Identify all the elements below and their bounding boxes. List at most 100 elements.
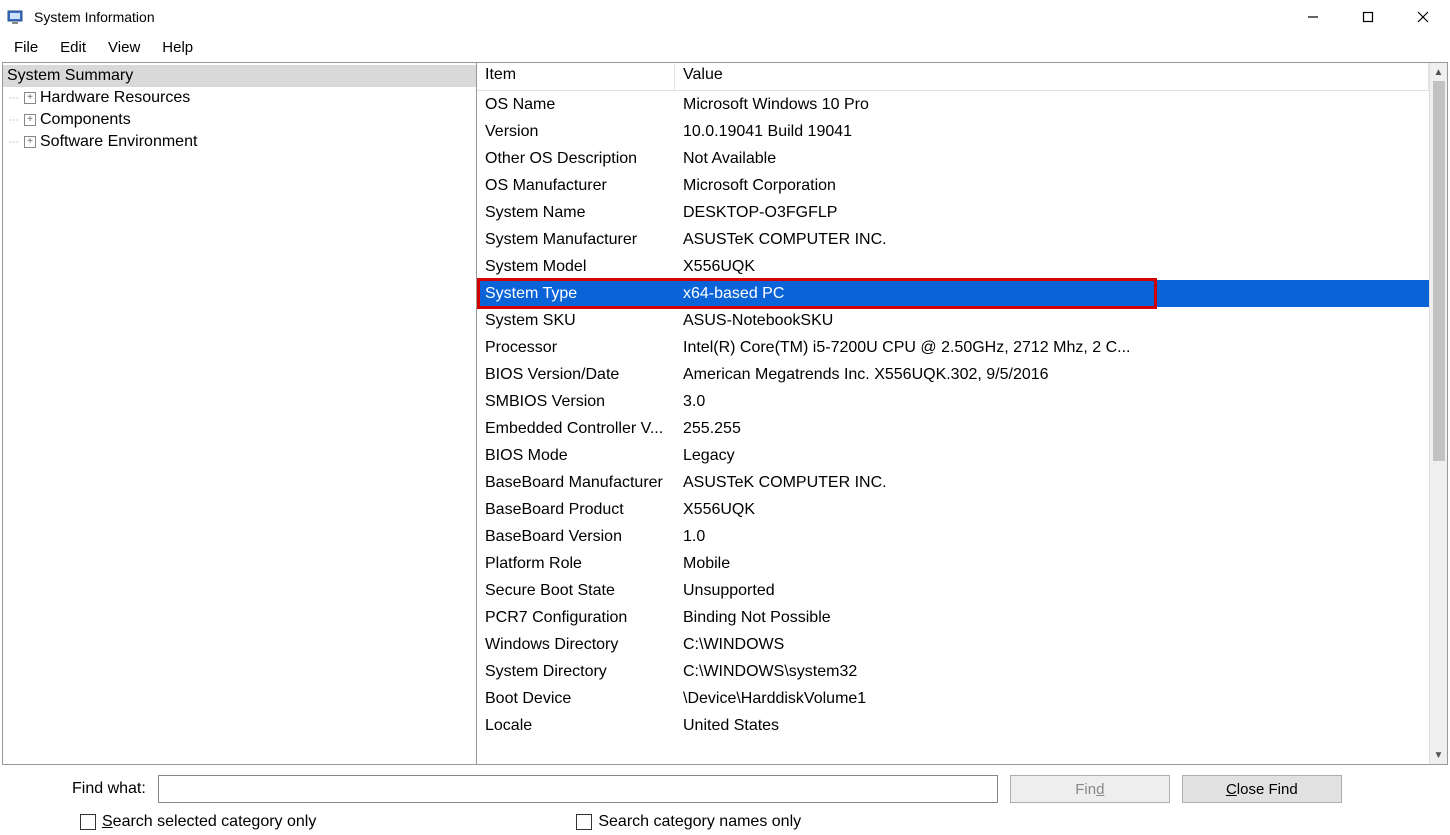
cell-item: OS Name xyxy=(477,96,675,114)
cell-item: Platform Role xyxy=(477,555,675,573)
find-options: Search selected category only Search cat… xyxy=(12,813,1438,831)
cell-item: System Model xyxy=(477,258,675,276)
table-row[interactable]: Secure Boot StateUnsupported xyxy=(477,577,1429,604)
cell-value: Microsoft Corporation xyxy=(675,177,1429,195)
find-input[interactable] xyxy=(158,775,998,803)
window-controls xyxy=(1285,0,1450,34)
table-row[interactable]: Other OS DescriptionNot Available xyxy=(477,145,1429,172)
cell-value: X556UQK xyxy=(675,258,1429,276)
menu-help[interactable]: Help xyxy=(152,37,203,58)
tree-item-label: Software Environment xyxy=(40,133,197,151)
cell-item: SMBIOS Version xyxy=(477,393,675,411)
expand-icon[interactable]: + xyxy=(24,92,36,104)
cell-value: x64-based PC xyxy=(675,285,1429,303)
cell-item: System Manufacturer xyxy=(477,231,675,249)
search-category-names-checkbox[interactable]: Search category names only xyxy=(576,813,801,831)
cell-value: Intel(R) Core(TM) i5-7200U CPU @ 2.50GHz… xyxy=(675,339,1429,357)
tree-item-hardware-resources[interactable]: ⋯ + Hardware Resources xyxy=(3,87,476,109)
table-row[interactable]: Boot Device\Device\HarddiskVolume1 xyxy=(477,685,1429,712)
cell-item: BIOS Mode xyxy=(477,447,675,465)
table-row[interactable]: Windows DirectoryC:\WINDOWS xyxy=(477,631,1429,658)
table-row[interactable]: BIOS Version/DateAmerican Megatrends Inc… xyxy=(477,361,1429,388)
tree-item-components[interactable]: ⋯ + Components xyxy=(3,109,476,131)
tree-item-label: Hardware Resources xyxy=(40,89,190,107)
table-row[interactable]: BaseBoard ManufacturerASUSTeK COMPUTER I… xyxy=(477,469,1429,496)
table-row[interactable]: System Typex64-based PC xyxy=(477,280,1429,307)
tree-root-system-summary[interactable]: System Summary xyxy=(3,65,476,87)
tree-pane[interactable]: System Summary ⋯ + Hardware Resources ⋯ … xyxy=(3,63,477,764)
cell-value: Legacy xyxy=(675,447,1429,465)
close-button[interactable] xyxy=(1395,0,1450,34)
cell-value: American Megatrends Inc. X556UQK.302, 9/… xyxy=(675,366,1429,384)
cell-value: 3.0 xyxy=(675,393,1429,411)
menu-edit[interactable]: Edit xyxy=(50,37,96,58)
table-row[interactable]: LocaleUnited States xyxy=(477,712,1429,739)
table-row[interactable]: OS NameMicrosoft Windows 10 Pro xyxy=(477,91,1429,118)
window-title: System Information xyxy=(34,9,1285,25)
cell-value: 10.0.19041 Build 19041 xyxy=(675,123,1429,141)
table-row[interactable]: System SKUASUS-NotebookSKU xyxy=(477,307,1429,334)
menu-view[interactable]: View xyxy=(98,37,150,58)
maximize-button[interactable] xyxy=(1340,0,1395,34)
cell-item: PCR7 Configuration xyxy=(477,609,675,627)
cell-value: Microsoft Windows 10 Pro xyxy=(675,96,1429,114)
find-panel: Find what: Find Close Find Search select… xyxy=(0,767,1450,835)
checkbox-label: Search category names only xyxy=(598,813,801,831)
table-row[interactable]: Platform RoleMobile xyxy=(477,550,1429,577)
cell-value: ASUSTeK COMPUTER INC. xyxy=(675,231,1429,249)
table-row[interactable]: SMBIOS Version3.0 xyxy=(477,388,1429,415)
menu-file[interactable]: File xyxy=(4,37,48,58)
column-header-value[interactable]: Value xyxy=(675,63,1429,90)
table-row[interactable]: BIOS ModeLegacy xyxy=(477,442,1429,469)
table-row[interactable]: PCR7 ConfigurationBinding Not Possible xyxy=(477,604,1429,631)
cell-item: Processor xyxy=(477,339,675,357)
scrollbar-thumb[interactable] xyxy=(1433,81,1445,461)
cell-item: Locale xyxy=(477,717,675,735)
cell-item: BIOS Version/Date xyxy=(477,366,675,384)
cell-value: Unsupported xyxy=(675,582,1429,600)
table-rows[interactable]: OS NameMicrosoft Windows 10 ProVersion10… xyxy=(477,91,1429,764)
scroll-down-icon[interactable]: ▼ xyxy=(1430,746,1447,764)
cell-item: BaseBoard Version xyxy=(477,528,675,546)
table-row[interactable]: Version10.0.19041 Build 19041 xyxy=(477,118,1429,145)
close-find-button[interactable]: Close Find xyxy=(1182,775,1342,803)
minimize-button[interactable] xyxy=(1285,0,1340,34)
search-selected-category-checkbox[interactable]: Search selected category only xyxy=(80,813,316,831)
expand-icon[interactable]: + xyxy=(24,136,36,148)
expand-icon[interactable]: + xyxy=(24,114,36,126)
table-row[interactable]: System NameDESKTOP-O3FGFLP xyxy=(477,199,1429,226)
cell-value: Binding Not Possible xyxy=(675,609,1429,627)
find-row: Find what: Find Close Find xyxy=(12,775,1438,803)
tree-item-label: Components xyxy=(40,111,131,129)
table-row[interactable]: ProcessorIntel(R) Core(TM) i5-7200U CPU … xyxy=(477,334,1429,361)
cell-item: Version xyxy=(477,123,675,141)
cell-item: System Name xyxy=(477,204,675,222)
cell-value: \Device\HarddiskVolume1 xyxy=(675,690,1429,708)
cell-value: C:\WINDOWS\system32 xyxy=(675,663,1429,681)
find-button[interactable]: Find xyxy=(1010,775,1170,803)
checkbox-label: Search selected category only xyxy=(102,813,316,831)
cell-item: System Directory xyxy=(477,663,675,681)
cell-value: ASUS-NotebookSKU xyxy=(675,312,1429,330)
table-row[interactable]: BaseBoard Version1.0 xyxy=(477,523,1429,550)
table-row[interactable]: System ModelX556UQK xyxy=(477,253,1429,280)
table-row[interactable]: System DirectoryC:\WINDOWS\system32 xyxy=(477,658,1429,685)
cell-value: DESKTOP-O3FGFLP xyxy=(675,204,1429,222)
cell-value: X556UQK xyxy=(675,501,1429,519)
scroll-up-icon[interactable]: ▲ xyxy=(1430,63,1447,81)
table-row[interactable]: OS ManufacturerMicrosoft Corporation xyxy=(477,172,1429,199)
cell-value: ASUSTeK COMPUTER INC. xyxy=(675,474,1429,492)
checkbox-icon xyxy=(80,814,96,830)
menu-bar: File Edit View Help xyxy=(0,34,1450,60)
checkbox-icon xyxy=(576,814,592,830)
tree-item-software-environment[interactable]: ⋯ + Software Environment xyxy=(3,131,476,153)
table-row[interactable]: System ManufacturerASUSTeK COMPUTER INC. xyxy=(477,226,1429,253)
cell-item: Windows Directory xyxy=(477,636,675,654)
cell-value: C:\WINDOWS xyxy=(675,636,1429,654)
vertical-scrollbar[interactable]: ▲ ▼ xyxy=(1429,63,1447,764)
column-header-item[interactable]: Item xyxy=(477,63,675,90)
cell-item: Secure Boot State xyxy=(477,582,675,600)
table-row[interactable]: Embedded Controller V...255.255 xyxy=(477,415,1429,442)
cell-value: Not Available xyxy=(675,150,1429,168)
table-row[interactable]: BaseBoard ProductX556UQK xyxy=(477,496,1429,523)
